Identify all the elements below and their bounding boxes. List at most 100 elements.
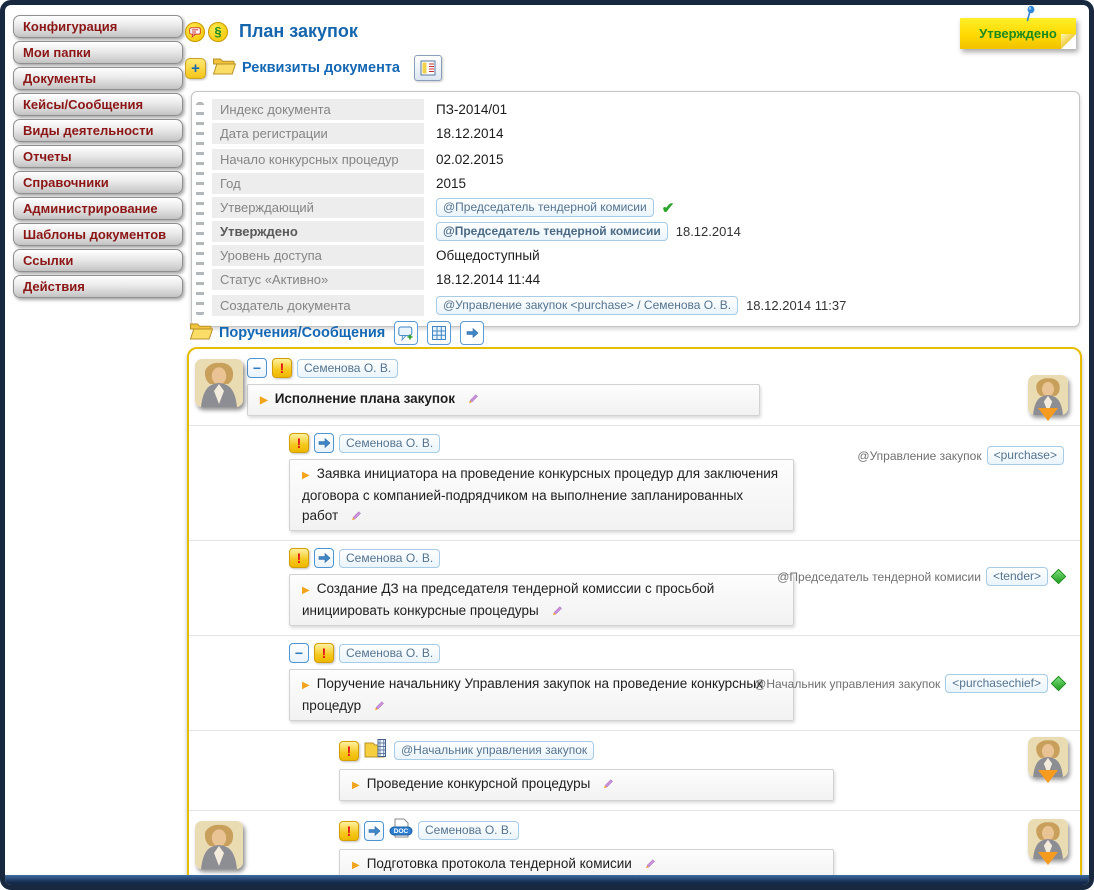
author-chip[interactable]: Семенова О. В. xyxy=(339,434,440,453)
bullet-icon: ▶ xyxy=(352,780,360,791)
edit-pencil-icon[interactable] xyxy=(549,603,563,617)
pin-icon xyxy=(1022,5,1037,27)
edit-pencil-icon[interactable] xyxy=(600,776,614,790)
author-photo xyxy=(195,359,243,407)
sidebar-item-configuration[interactable]: Конфигурация xyxy=(13,15,183,38)
field-row: Начало конкурсных процедур 02.02.2015 xyxy=(212,149,1071,170)
task-bar[interactable]: ▶Заявка инициатора на проведение конкурс… xyxy=(289,459,794,531)
author-chip[interactable]: @Начальник управления закупок xyxy=(394,741,594,760)
field-label: Дата регистрации xyxy=(212,123,424,144)
edit-pencil-icon[interactable] xyxy=(465,391,479,405)
app-window: Конфигурация Мои папки Документы Кейсы/С… xyxy=(0,0,1094,890)
recipient-code-chip[interactable]: <purchasechief> xyxy=(945,674,1048,693)
sidebar-item-my-folders[interactable]: Мои папки xyxy=(13,41,183,64)
task-row: ! Семенова О. В. ▶Заявка инициатора на п… xyxy=(189,425,1080,540)
tasks-section-head: Поручения/Сообщения xyxy=(189,321,484,345)
task-bar[interactable]: ▶Создание ДЗ на председателя тендерной к… xyxy=(289,574,794,626)
sidebar-item-reports[interactable]: Отчеты xyxy=(13,145,183,168)
comment-icon[interactable] xyxy=(185,22,205,42)
paragraph-icon[interactable]: § xyxy=(208,22,228,42)
arrow-down-icon xyxy=(1038,852,1058,865)
sidebar-item-directories[interactable]: Справочники xyxy=(13,171,183,194)
priority-icon: ! xyxy=(289,433,309,453)
folder-doc-icon xyxy=(364,738,389,763)
author-chip[interactable]: Семенова О. В. xyxy=(418,821,519,840)
person-chip[interactable]: @Председатель тендерной комисии xyxy=(436,222,668,241)
task-title: Исполнение плана закупок xyxy=(275,391,455,406)
sidebar-item-cases-messages[interactable]: Кейсы/Сообщения xyxy=(13,93,183,116)
edit-pencil-icon[interactable] xyxy=(642,856,656,870)
edit-pencil-icon[interactable] xyxy=(371,698,385,712)
field-value: 18.12.2014 xyxy=(424,123,504,144)
table-view-button[interactable] xyxy=(427,321,451,345)
field-label: Индекс документа xyxy=(212,99,424,120)
sidebar-item-activities[interactable]: Виды деятельности xyxy=(13,119,183,142)
sidebar-item-doc-templates[interactable]: Шаблоны документов xyxy=(13,223,183,246)
bullet-icon: ▶ xyxy=(352,860,360,871)
forward-button[interactable] xyxy=(460,321,484,345)
task-bar[interactable]: ▶ Проведение конкурсной процедуры xyxy=(339,769,834,801)
creator-chip[interactable]: @Управление закупок <purchase> / Семенов… xyxy=(436,296,738,315)
page-title: План закупок xyxy=(239,21,358,42)
sidebar: Конфигурация Мои папки Документы Кейсы/С… xyxy=(13,15,183,301)
sent-arrow-icon xyxy=(314,548,334,568)
requisites-section-head: + Реквизиты документа xyxy=(185,55,442,81)
svg-text:DOC: DOC xyxy=(394,828,409,835)
priority-icon: ! xyxy=(314,643,334,663)
collapse-button[interactable]: − xyxy=(289,643,309,663)
recipient-code-chip[interactable]: <tender> xyxy=(986,567,1048,586)
recipient-name: @Председатель тендерной комисии xyxy=(777,570,981,584)
sent-arrow-icon xyxy=(364,821,384,841)
recipient-info: @Управление закупок <purchase> xyxy=(857,446,1064,465)
recipient-avatar xyxy=(1028,819,1068,865)
author-chip[interactable]: Семенова О. В. xyxy=(297,359,398,378)
sidebar-item-links[interactable]: Ссылки xyxy=(13,249,183,272)
status-diamond-icon xyxy=(1051,676,1067,692)
approved-check-icon: ✔ xyxy=(662,199,675,217)
approved-sticky-note[interactable]: Утверждено xyxy=(960,18,1076,49)
recipient-code-chip[interactable]: <purchase> xyxy=(987,446,1064,465)
author-chip[interactable]: Семенова О. В. xyxy=(339,549,440,568)
field-label: Утверждено xyxy=(212,221,424,242)
field-value: 02.02.2015 xyxy=(424,149,504,170)
collapse-button[interactable]: − xyxy=(247,358,267,378)
arrow-right-icon xyxy=(466,327,479,339)
field-value: ПЗ-2014/01 xyxy=(424,99,507,120)
person-chip[interactable]: @Председатель тендерной комисии xyxy=(436,198,654,217)
field-value: Общедоступный xyxy=(424,245,540,266)
priority-icon: ! xyxy=(339,741,359,761)
field-label: Утверждающий xyxy=(212,197,424,218)
bullet-icon: ▶ xyxy=(260,395,268,406)
task-title: Проведение конкурсной процедуры xyxy=(367,776,591,791)
doc-attachment-icon: DOC xyxy=(389,818,413,843)
requisites-panel: Индекс документа ПЗ-2014/01 Дата регистр… xyxy=(191,91,1080,327)
task-row: − ! Семенова О. В. ▶Поручение начальнику… xyxy=(189,635,1080,730)
task-title: Заявка инициатора на проведение конкурсн… xyxy=(302,466,778,523)
sidebar-item-administration[interactable]: Администрирование xyxy=(13,197,183,220)
task-bar[interactable]: ▶Поручение начальнику Управления закупок… xyxy=(289,669,794,721)
add-message-button[interactable] xyxy=(394,321,418,345)
approval-date: 18.12.2014 xyxy=(676,224,741,239)
field-label: Начало конкурсных процедур xyxy=(212,149,424,170)
add-button[interactable]: + xyxy=(185,58,206,79)
sidebar-item-documents[interactable]: Документы xyxy=(13,67,183,90)
field-label: Год xyxy=(212,173,424,194)
window-bottom-bar xyxy=(5,875,1089,885)
sent-arrow-icon xyxy=(314,433,334,453)
field-row: Год 2015 xyxy=(212,173,1071,194)
priority-icon: ! xyxy=(339,821,359,841)
approved-sticky-label[interactable]: Утверждено xyxy=(960,18,1076,49)
edit-pencil-icon[interactable] xyxy=(348,508,362,522)
recipient-avatar xyxy=(1028,375,1068,421)
sidebar-item-actions[interactable]: Действия xyxy=(13,275,183,298)
author-photo xyxy=(195,821,243,869)
field-label: Уровень доступа xyxy=(212,245,424,266)
document-header: § План закупок xyxy=(185,21,358,42)
field-row: Создатель документа @Управление закупок … xyxy=(212,295,1071,316)
registration-journal-button[interactable] xyxy=(414,55,442,81)
task-title: Подготовка протокола тендерной комисии xyxy=(367,856,632,871)
main-area: § План закупок Утверждено + xyxy=(183,5,1084,875)
task-row: ! @Начальник управления закупок ▶ Проведе… xyxy=(189,730,1080,810)
task-bar[interactable]: ▶ Исполнение плана закупок xyxy=(247,384,760,416)
author-chip[interactable]: Семенова О. В. xyxy=(339,644,440,663)
